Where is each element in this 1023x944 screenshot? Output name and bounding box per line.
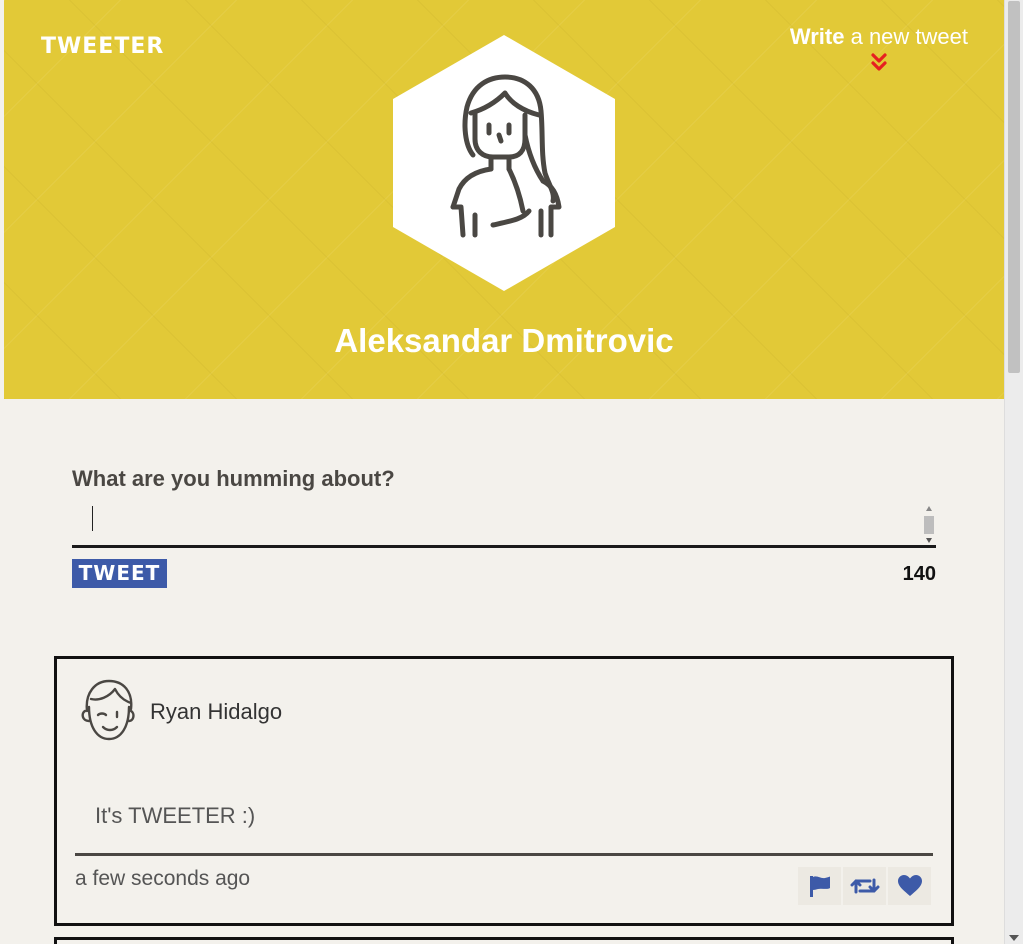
like-button[interactable] [888, 867, 931, 905]
char-counter: 140 [902, 563, 936, 585]
textarea-scrollbar[interactable] [924, 506, 934, 544]
profile-username: Aleksandar Dmitrovic [334, 322, 674, 359]
compose-toggle-button[interactable]: Write a new tweet [790, 24, 968, 72]
tweet-timestamp: a few seconds ago [75, 867, 251, 890]
tweet-text: It's TWEETER :) [95, 803, 256, 828]
textarea-scroll-down-icon[interactable] [926, 538, 932, 543]
page-scrollbar[interactable] [1004, 0, 1023, 944]
heart-icon [897, 875, 922, 896]
profile-header: TWEETER Write a new tweet Aleksandar Dmi… [4, 0, 1004, 399]
new-tweet-form: What are you humming about? TWEET 140 [72, 466, 936, 588]
scroll-down-arrow-icon[interactable] [1009, 935, 1019, 941]
boy-avatar-icon [81, 679, 135, 741]
compose-toggle-label: a new tweet [844, 24, 968, 49]
tweet-author-name[interactable]: Ryan Hidalgo [150, 699, 282, 725]
double-chevron-down-icon [871, 53, 887, 71]
text-caret [92, 506, 93, 531]
tweet-divider [75, 853, 933, 856]
tweet-card-next [54, 937, 954, 944]
flag-button[interactable] [798, 867, 841, 905]
retweet-icon [850, 878, 879, 894]
textarea-scroll-thumb[interactable] [924, 516, 934, 534]
tweet-textarea[interactable] [72, 504, 936, 548]
girl-avatar-icon [393, 35, 615, 291]
brand-logo[interactable]: TWEETER [41, 34, 164, 59]
textarea-scroll-up-icon[interactable] [926, 506, 932, 511]
tweet-submit-button[interactable]: TWEET [72, 559, 167, 588]
tweet-card: Ryan Hidalgo It's TWEETER :) a few secon… [54, 656, 954, 926]
profile-avatar [393, 35, 615, 291]
compose-toggle-strong: Write [789, 24, 845, 49]
compose-prompt-label: What are you humming about? [72, 466, 395, 491]
flag-icon [809, 876, 830, 897]
scrollbar-thumb[interactable] [1008, 1, 1020, 373]
tweet-actions [798, 867, 931, 905]
retweet-button[interactable] [843, 867, 886, 905]
